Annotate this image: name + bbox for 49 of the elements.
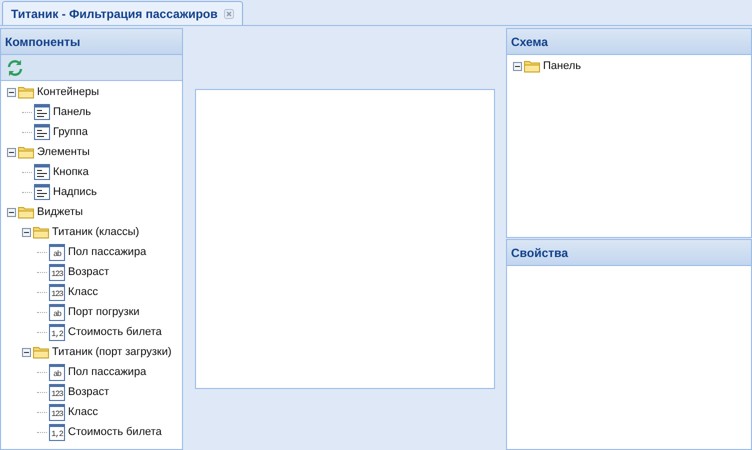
tree-item[interactable]: Пол пассажира (67, 244, 146, 260)
tree-item[interactable]: Пол пассажира (67, 364, 146, 380)
document-tab[interactable]: Титаник - Фильтрация пассажиров (2, 1, 243, 25)
folder-icon (18, 145, 34, 159)
panel-title: Схема (511, 34, 548, 50)
tree-item[interactable]: Группа (52, 124, 88, 140)
panel-title: Свойства (511, 244, 568, 262)
field-type-icon: 123 (49, 264, 65, 280)
field-type-icon: ab (49, 304, 65, 320)
tree-item[interactable]: Панель (52, 104, 92, 120)
folder-icon (524, 59, 540, 73)
tree-item[interactable]: Возраст (67, 384, 110, 400)
collapse-icon[interactable] (22, 228, 31, 236)
tree-item[interactable]: Класс (67, 284, 98, 300)
folder-icon (18, 205, 34, 219)
tree-item[interactable]: Панель (542, 58, 582, 74)
field-type-icon: 123 (49, 404, 65, 420)
field-type-icon: 1,2 (49, 324, 65, 340)
tree-item[interactable]: Титаник (порт загрузки) (51, 344, 172, 360)
tree-item[interactable]: Стоимость билета (67, 324, 162, 340)
collapse-icon[interactable] (7, 208, 16, 216)
tree-item[interactable]: Возраст (67, 264, 110, 280)
folder-icon (33, 345, 49, 359)
form-icon (34, 124, 50, 140)
tree-item[interactable]: Стоимость билета (67, 424, 162, 440)
tree-item[interactable]: Титаник (классы) (51, 224, 140, 240)
tree-item[interactable]: Контейнеры (36, 84, 99, 100)
form-icon (34, 104, 50, 120)
panel-title: Компоненты (5, 34, 80, 50)
tree-item[interactable]: Кнопка (52, 164, 89, 180)
field-type-icon: ab (49, 364, 65, 380)
tree-item[interactable]: Надпись (52, 184, 97, 200)
collapse-icon[interactable] (22, 348, 31, 356)
collapse-icon[interactable] (513, 62, 522, 70)
folder-icon (18, 85, 34, 99)
tree-item[interactable]: Элементы (36, 144, 90, 160)
field-type-icon: ab (49, 244, 65, 260)
tree-item[interactable]: Класс (67, 404, 98, 420)
field-type-icon: 123 (49, 284, 65, 300)
collapse-icon[interactable] (7, 148, 16, 156)
collapse-icon[interactable] (7, 88, 16, 96)
folder-icon (33, 225, 49, 239)
field-type-icon: 1,2 (49, 424, 65, 440)
field-type-icon: 123 (49, 384, 65, 400)
refresh-icon[interactable] (6, 58, 24, 76)
tree-item[interactable]: Виджеты (36, 204, 83, 220)
tree-item[interactable]: Порт погрузки (67, 304, 140, 320)
form-icon (34, 184, 50, 200)
form-icon (34, 164, 50, 180)
